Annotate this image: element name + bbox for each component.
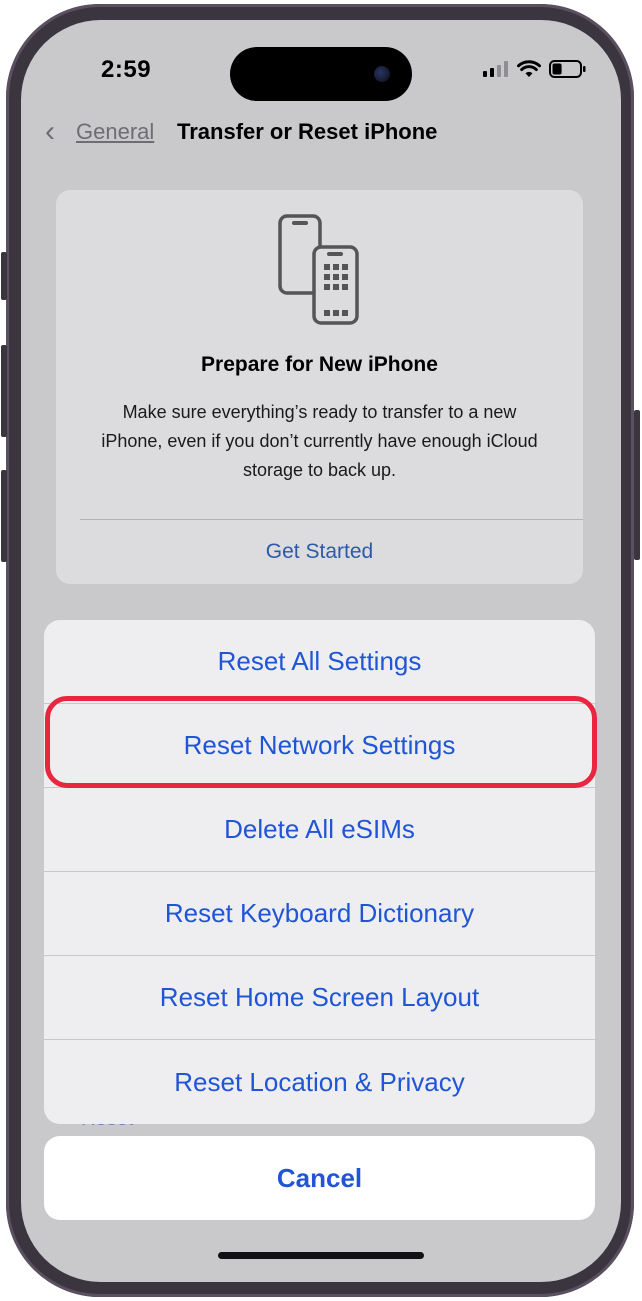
home-indicator: [218, 1252, 424, 1259]
transfer-phones-icon: [278, 214, 359, 325]
card-title: Prepare for New iPhone: [201, 353, 438, 376]
screen: 2:59 ‹ General Transfer or Reset iPhone: [21, 20, 621, 1282]
reset-location-privacy-button[interactable]: Reset Location & Privacy: [44, 1040, 595, 1124]
chevron-left-icon[interactable]: ‹: [45, 115, 55, 149]
navigation-bar: ‹ General Transfer or Reset iPhone: [21, 115, 621, 159]
highlight-box: [45, 696, 597, 788]
reset-keyboard-dictionary-button[interactable]: Reset Keyboard Dictionary: [44, 872, 595, 956]
front-camera-icon: [374, 66, 390, 82]
wifi-icon: [517, 60, 541, 77]
dynamic-island: [230, 47, 412, 101]
volume-up-button: [1, 345, 7, 437]
status-time: 2:59: [101, 56, 152, 83]
cellular-signal-icon: [483, 61, 508, 77]
delete-all-esims-button[interactable]: Delete All eSIMs: [44, 788, 595, 872]
card-description: Make sure everything’s ready to transfer…: [101, 402, 538, 480]
back-button-general[interactable]: General: [76, 117, 154, 147]
action-button: [1, 252, 7, 300]
volume-down-button: [1, 470, 7, 562]
battery-icon: [549, 60, 586, 78]
get-started-link[interactable]: Get Started: [56, 540, 583, 564]
reset-all-settings-button[interactable]: Reset All Settings: [44, 620, 595, 704]
reset-home-screen-layout-button[interactable]: Reset Home Screen Layout: [44, 956, 595, 1040]
cancel-button[interactable]: Cancel: [44, 1136, 595, 1220]
prepare-card: Prepare for New iPhone Make sure everyth…: [56, 190, 583, 584]
page-title: Transfer or Reset iPhone: [177, 119, 438, 144]
card-divider: [80, 519, 583, 520]
power-button: [634, 410, 640, 560]
status-icons: [483, 60, 587, 78]
